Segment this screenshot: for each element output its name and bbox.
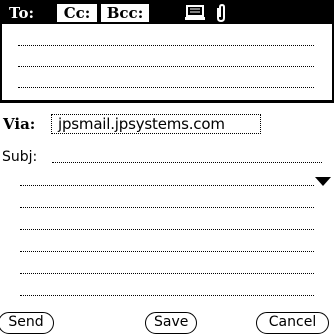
attachment-icon[interactable] bbox=[210, 3, 232, 23]
body-line bbox=[20, 185, 314, 186]
to-line bbox=[18, 45, 314, 46]
to-recipients-field[interactable] bbox=[0, 24, 334, 102]
message-body-field[interactable] bbox=[0, 166, 334, 306]
save-button[interactable]: Save bbox=[145, 312, 197, 334]
subject-label: Subj: bbox=[2, 149, 38, 165]
send-button[interactable]: Send bbox=[0, 312, 54, 334]
tab-bcc[interactable]: Bcc: bbox=[101, 4, 149, 22]
body-line bbox=[20, 295, 314, 296]
subject-input[interactable] bbox=[52, 162, 322, 163]
to-line bbox=[18, 87, 314, 88]
tab-cc[interactable]: Cc: bbox=[57, 4, 97, 22]
address-book-icon[interactable] bbox=[184, 4, 206, 22]
to-line bbox=[18, 66, 314, 67]
body-line bbox=[20, 229, 314, 230]
body-line bbox=[20, 251, 314, 252]
via-label: Via: bbox=[3, 115, 36, 133]
body-line bbox=[20, 207, 314, 208]
body-line bbox=[20, 273, 314, 274]
via-server-selector[interactable]: jpsmail.jpsystems.com bbox=[51, 114, 261, 134]
cancel-button[interactable]: Cancel bbox=[256, 312, 329, 334]
header-divider bbox=[0, 100, 334, 103]
tab-to[interactable]: To: bbox=[2, 4, 54, 22]
